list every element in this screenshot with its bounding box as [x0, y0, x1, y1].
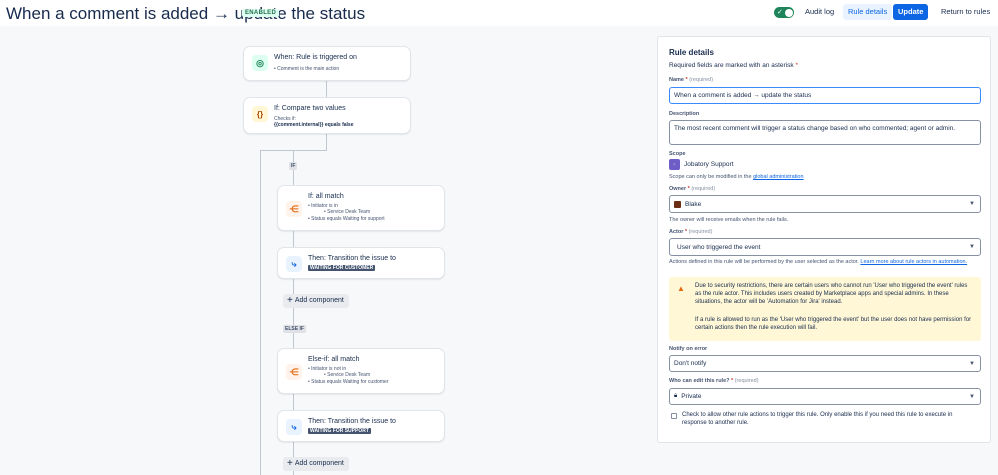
braces-icon: {}	[252, 106, 268, 122]
transition-action-card[interactable]: ⤷ Then: Transition the issue to WAITING …	[277, 410, 445, 442]
condition-title: If: Compare two values	[274, 105, 346, 112]
actor-warning: ▲ Due to security restrictions, there ar…	[669, 277, 981, 341]
else-if-line: • Status equals Waiting for customer	[308, 379, 389, 385]
chevron-down-icon: ▼	[969, 244, 975, 250]
connector-line	[326, 134, 327, 150]
rule-name-input[interactable]: When a comment is added → update the sta…	[669, 87, 981, 104]
warning-text: Due to security restrictions, there are …	[695, 283, 968, 305]
if-match-title: If: all match	[308, 193, 344, 200]
comment-icon: ◎	[252, 55, 268, 71]
transition-status: WAITING FOR CUSTOMER	[308, 265, 376, 271]
owner-label: Owner * (required)	[669, 186, 716, 192]
update-button[interactable]: Update	[893, 4, 929, 20]
branch-icon: ⋲	[286, 364, 302, 380]
chevron-down-icon: ▼	[969, 393, 975, 400]
description-textarea[interactable]: The most recent comment will trigger a s…	[669, 120, 981, 145]
branch-icon: ⋲	[286, 201, 302, 217]
branch-else-if-tag: ELSE IF	[283, 325, 306, 333]
plus-icon: +	[287, 458, 293, 469]
transition-action-card[interactable]: ⤷ Then: Transition the issue to WAITING …	[277, 247, 445, 279]
add-component-button[interactable]: + Add component	[283, 294, 349, 308]
warning-text: If a rule is allowed to run as the 'User…	[695, 317, 972, 331]
connector-line	[260, 150, 261, 475]
trigger-title: When: Rule is triggered on	[274, 54, 357, 61]
required-note: Required fields are marked with an aster…	[669, 62, 798, 69]
scope-label: Scope	[669, 151, 686, 157]
return-to-rules-button[interactable]: Return to rules	[936, 4, 995, 20]
page-title: When a comment is added → update the sta…	[6, 4, 366, 23]
transition-title: Then: Transition the issue to	[308, 418, 396, 425]
owner-select[interactable]: Blake ▼	[669, 195, 981, 213]
else-if-match-card[interactable]: ⋲ Else-if: all match • Initiator is not …	[277, 348, 445, 394]
transition-status: WAITING FOR SUPPORT	[308, 428, 371, 434]
chevron-down-icon: ▼	[969, 201, 975, 207]
owner-help: The owner will receive emails when the r…	[669, 217, 789, 223]
description-label: Description	[669, 111, 700, 117]
status-badge: ENABLED	[242, 9, 280, 17]
top-bar: When a comment is added → update the sta…	[0, 0, 998, 26]
transition-icon: ⤷	[286, 419, 302, 435]
branch-if-tag: IF	[289, 162, 298, 170]
if-match-line: • Service Desk Team	[324, 209, 371, 215]
checkbox-label: Check to allow other rule actions to tri…	[682, 412, 953, 426]
project-avatar-icon: ◦	[669, 159, 680, 170]
who-can-edit-label: Who can edit this rule? * (required)	[669, 378, 759, 384]
check-icon: ✓	[777, 9, 783, 16]
rule-details-panel: Rule details Required fields are marked …	[657, 36, 991, 443]
scope-help: Scope can only be modified in the global…	[669, 174, 804, 180]
toggle-knob	[784, 8, 793, 17]
actor-select[interactable]: User who triggered the event ▼	[669, 238, 981, 256]
rule-canvas: ◎ When: Rule is triggered on • Comment i…	[0, 26, 650, 475]
user-avatar-icon	[674, 200, 681, 208]
rule-enabled-toggle[interactable]: ✓	[774, 7, 794, 18]
lock-icon: 🔒︎	[674, 393, 678, 399]
add-component-button[interactable]: + Add component	[283, 457, 349, 471]
global-administration-link[interactable]: global administration	[753, 174, 803, 180]
learn-more-actors-link[interactable]: Learn more about rule actors in automati…	[860, 259, 967, 265]
who-can-edit-select[interactable]: 🔒︎ Private ▼	[669, 388, 981, 405]
name-label: Name * (required)	[669, 77, 714, 83]
actor-label: Actor * (required)	[669, 229, 713, 235]
if-match-card[interactable]: ⋲ If: all match • Initiator is in • Serv…	[277, 185, 445, 231]
rule-details-button[interactable]: Rule details	[843, 4, 893, 20]
chevron-down-icon: ▼	[969, 360, 975, 367]
condition-expression: {{comment.internal}} equals false	[274, 122, 354, 128]
trigger-card[interactable]: ◎ When: Rule is triggered on • Comment i…	[243, 46, 411, 81]
plus-icon: +	[287, 295, 293, 306]
panel-heading: Rule details	[669, 48, 714, 57]
scope-value: ◦ Jobatory Support	[669, 159, 734, 170]
if-match-line: • Status equals Waiting for support	[308, 216, 385, 222]
notify-label: Notify on error	[669, 346, 708, 352]
actor-help: Actions defined in this rule will be per…	[669, 259, 968, 265]
notify-select[interactable]: Don't notify ▼	[669, 355, 981, 372]
transition-icon: ⤷	[286, 256, 302, 272]
allow-rule-trigger-checkbox[interactable]	[671, 413, 677, 419]
warning-icon: ▲	[677, 284, 685, 293]
trigger-subtitle: • Comment is the main action	[274, 66, 340, 72]
else-if-title: Else-if: all match	[308, 356, 360, 363]
audit-log-button[interactable]: Audit log	[800, 4, 839, 20]
compare-condition-card[interactable]: {} If: Compare two values Checks if: {{c…	[243, 97, 411, 134]
else-if-line: • Service Desk Team	[324, 372, 371, 378]
connector-line	[326, 81, 327, 97]
transition-title: Then: Transition the issue to	[308, 255, 396, 262]
